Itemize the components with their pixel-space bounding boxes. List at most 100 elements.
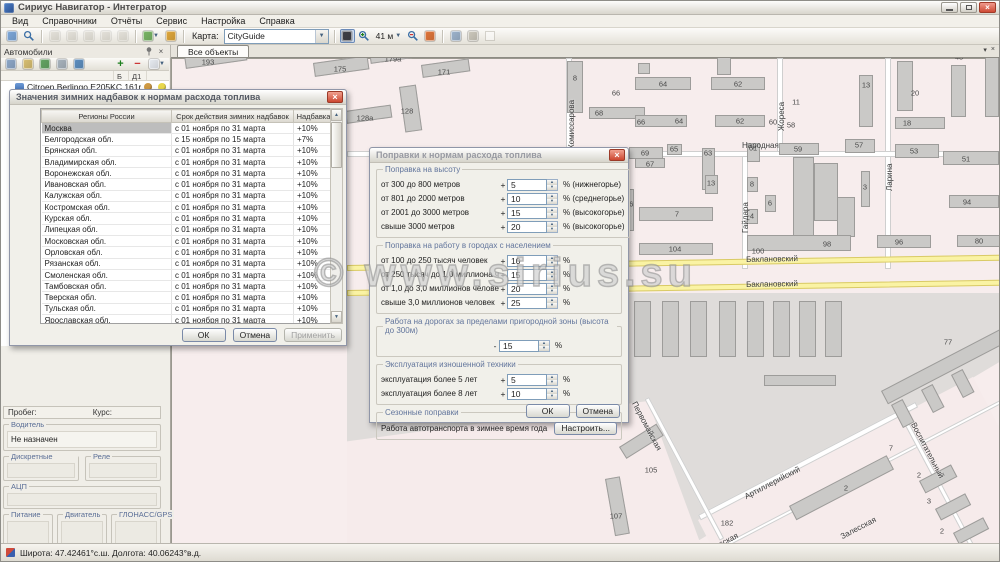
photo-icon[interactable] xyxy=(54,57,69,71)
remove-vehicle-icon[interactable]: − xyxy=(130,57,145,71)
menu-item-6[interactable]: Справка xyxy=(252,15,301,28)
vehicle-icon[interactable]: ▼ xyxy=(141,29,161,43)
spinner-down-icon[interactable]: ▼ xyxy=(547,289,557,294)
table-row[interactable]: Костромская обл.с 01 ноября по 31 марта+… xyxy=(42,202,333,213)
table-row[interactable]: Белгородская обл.с 15 ноября по 15 марта… xyxy=(42,134,333,145)
table-row[interactable]: Тульская обл.с 01 ноября по 31 марта+10% xyxy=(42,303,333,314)
map-combo[interactable]: CityGuide▼ xyxy=(224,29,329,44)
spinner-down-icon[interactable]: ▼ xyxy=(547,261,557,266)
table-row[interactable]: Липецкая обл.с 01 ноября по 31 марта+10% xyxy=(42,224,333,235)
corrections-ok-button[interactable]: ОК xyxy=(526,404,570,418)
pan-tool-icon[interactable] xyxy=(4,29,19,43)
spinner-down-icon[interactable]: ▼ xyxy=(547,199,557,204)
menu-item-4[interactable]: Сервис xyxy=(149,15,194,28)
menu-item-2[interactable]: Справочники xyxy=(35,15,104,28)
column-header-1[interactable]: Регионы России xyxy=(42,110,172,123)
configure-button[interactable]: Настроить... xyxy=(554,422,617,435)
scroll-down-icon[interactable]: ▼ xyxy=(331,311,342,323)
winter-apply-button[interactable]: Применить xyxy=(284,328,342,342)
spinner-down-icon[interactable]: ▼ xyxy=(539,346,549,351)
spinner-value[interactable]: 15 xyxy=(507,269,547,281)
corrections-dialog-close-icon[interactable]: × xyxy=(609,149,625,161)
close-button[interactable]: × xyxy=(979,2,996,13)
table-row[interactable]: Ярославская обл.с 01 ноября по 31 марта+… xyxy=(42,315,333,324)
menu-item-3[interactable]: Отчёты xyxy=(104,15,149,28)
spinner-field[interactable]: 20▲▼ xyxy=(507,221,558,233)
table-row[interactable]: Ивановская обл.с 01 ноября по 31 марта+1… xyxy=(42,179,333,190)
spinner-field[interactable]: 15▲▼ xyxy=(507,207,558,219)
spinner-value[interactable]: 5 xyxy=(507,374,547,386)
table-row[interactable]: Брянская обл.с 01 ноября по 31 марта+10% xyxy=(42,145,333,156)
spinner-field[interactable]: 10▲▼ xyxy=(507,193,558,205)
undo-icon[interactable] xyxy=(64,29,79,43)
table-row[interactable]: Орловская обл.с 01 ноября по 31 марта+10… xyxy=(42,247,333,258)
spinner-down-icon[interactable]: ▼ xyxy=(547,227,557,232)
table-scrollbar[interactable]: ▲ ▼ xyxy=(330,108,343,324)
spinner-down-icon[interactable]: ▼ xyxy=(547,303,557,308)
chart-icon[interactable] xyxy=(163,29,178,43)
panel-close-icon[interactable]: × xyxy=(155,46,167,57)
spinner-value[interactable]: 25 xyxy=(507,297,547,309)
winter-dialog-close-icon[interactable]: × xyxy=(327,91,343,103)
scroll-thumb[interactable] xyxy=(331,122,342,168)
scroll-up-icon[interactable]: ▲ xyxy=(331,109,342,121)
spinner-down-icon[interactable]: ▼ xyxy=(547,380,557,385)
spinner-field[interactable]: 20▲▼ xyxy=(507,283,558,295)
column-header-3[interactable]: Надбавка xyxy=(294,110,333,123)
spinner-down-icon[interactable]: ▼ xyxy=(547,275,557,280)
menu-item-5[interactable]: Настройка xyxy=(194,15,252,28)
table-row[interactable]: Владимирская обл.с 01 ноября по 31 марта… xyxy=(42,156,333,167)
columns-icon[interactable]: ▼ xyxy=(147,57,167,71)
legend-icon[interactable] xyxy=(448,29,463,43)
column-header-2[interactable]: Срок действия зимних надбавок xyxy=(172,110,294,123)
notes-icon[interactable] xyxy=(465,29,480,43)
restore-button[interactable] xyxy=(960,2,977,13)
spinner-value[interactable]: 20 xyxy=(507,221,547,233)
spinner-value[interactable]: 10 xyxy=(507,193,547,205)
web-icon[interactable] xyxy=(71,57,86,71)
home-icon[interactable] xyxy=(422,29,437,43)
table-row[interactable]: Воронежская обл.с 01 ноября по 31 марта+… xyxy=(42,168,333,179)
zoom-in-icon[interactable] xyxy=(357,29,372,43)
edit-icon[interactable] xyxy=(47,29,62,43)
spinner-down-icon[interactable]: ▼ xyxy=(547,394,557,399)
search-icon[interactable] xyxy=(21,29,36,43)
spinner-field[interactable]: 10▲▼ xyxy=(507,255,558,267)
ruler-icon[interactable] xyxy=(98,29,113,43)
select-area-icon[interactable] xyxy=(482,29,497,43)
tab-list-chevron-icon[interactable]: ▾ xyxy=(983,46,987,54)
tab-all-objects[interactable]: Все объекты xyxy=(177,45,249,57)
table-row[interactable]: Тверская обл.с 01 ноября по 31 марта+10% xyxy=(42,292,333,303)
table-row[interactable]: Московская обл.с 01 ноября по 31 марта+1… xyxy=(42,235,333,246)
minimize-button[interactable] xyxy=(941,2,958,13)
spinner-value[interactable]: 10 xyxy=(507,388,547,400)
spinner-down-icon[interactable]: ▼ xyxy=(547,213,557,218)
spinner-field[interactable]: 25▲▼ xyxy=(507,297,558,309)
table-row[interactable]: Калужская обл.с 01 ноября по 31 марта+10… xyxy=(42,190,333,201)
spinner-value[interactable]: 20 xyxy=(507,283,547,295)
zoom-level[interactable]: 41 м▼ xyxy=(374,31,404,41)
table-row[interactable]: Москвас 01 ноября по 31 марта+10% xyxy=(42,123,333,134)
brush-icon[interactable] xyxy=(20,57,35,71)
spinner-field[interactable]: 15▲▼ xyxy=(499,340,550,352)
spinner-down-icon[interactable]: ▼ xyxy=(547,185,557,190)
spinner-field[interactable]: 10▲▼ xyxy=(507,388,558,400)
zoom-out-icon[interactable] xyxy=(405,29,420,43)
tab-close-icon[interactable]: × xyxy=(991,46,995,54)
spinner-value[interactable]: 15 xyxy=(499,340,539,352)
globe-icon[interactable] xyxy=(37,57,52,71)
corrections-cancel-button[interactable]: Отмена xyxy=(576,404,621,418)
spinner-field[interactable]: 15▲▼ xyxy=(507,269,558,281)
spinner-field[interactable]: 5▲▼ xyxy=(507,179,558,191)
spinner-value[interactable]: 10 xyxy=(507,255,547,267)
card-icon[interactable] xyxy=(3,57,18,71)
chevron-down-icon[interactable]: ▼ xyxy=(315,30,328,43)
table-row[interactable]: Рязанская обл.с 01 ноября по 31 марта+10… xyxy=(42,258,333,269)
winter-cancel-button[interactable]: Отмена xyxy=(233,328,278,342)
spinner-value[interactable]: 15 xyxy=(507,207,547,219)
spinner-value[interactable]: 5 xyxy=(507,179,547,191)
traffic-light-icon[interactable] xyxy=(340,29,355,43)
winter-ok-button[interactable]: ОК xyxy=(182,328,226,342)
add-vehicle-icon[interactable]: + xyxy=(113,57,128,71)
spinner-field[interactable]: 5▲▼ xyxy=(507,374,558,386)
